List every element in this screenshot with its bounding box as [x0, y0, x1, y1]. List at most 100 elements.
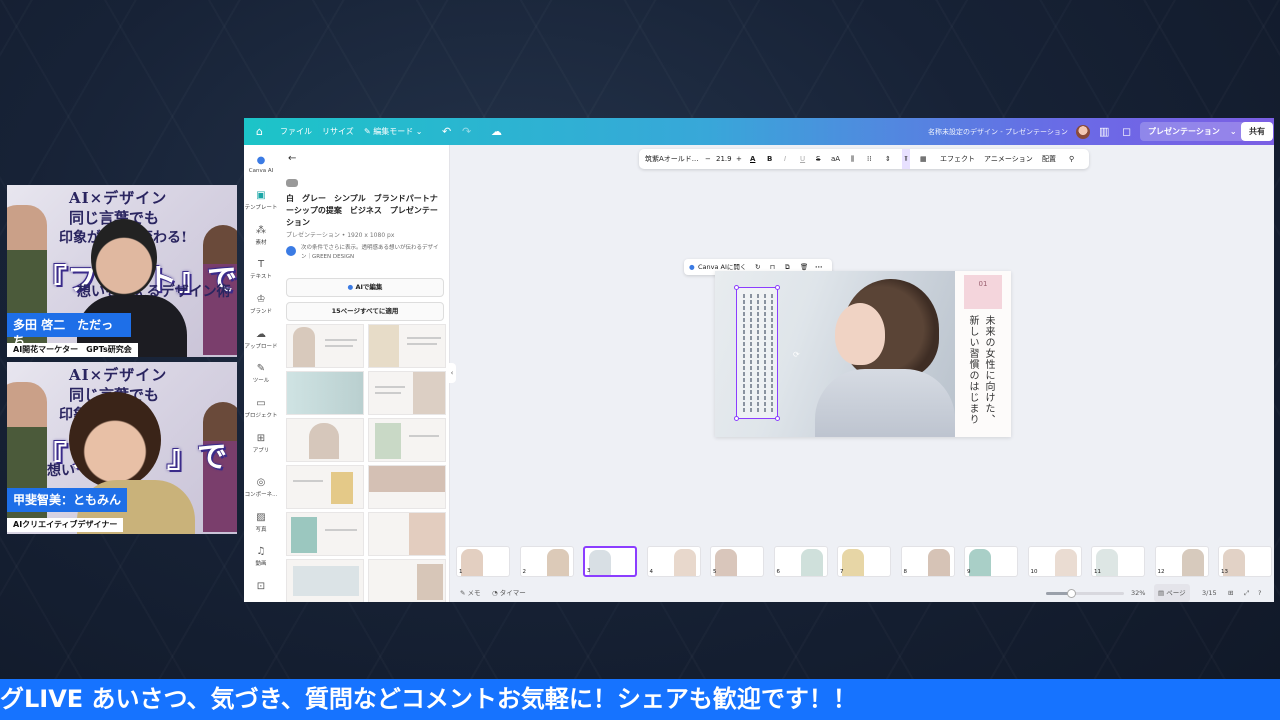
underline-icon[interactable]: U [800, 149, 805, 169]
avatar[interactable] [1076, 124, 1090, 139]
apply-all-pages-button[interactable]: 15ページすべてに適用 [286, 302, 444, 321]
template-thumbnail[interactable] [368, 371, 446, 415]
rail-item-more[interactable]: ⊡ [244, 581, 278, 594]
rail-item-brand[interactable]: ♔ ブランド [244, 294, 278, 315]
page-thumbnail[interactable]: 13 [1218, 546, 1272, 577]
rail-item-photos[interactable]: ▨ 写真 [244, 512, 278, 533]
font-family-select[interactable]: 筑紫Aオールド... [645, 149, 698, 169]
list-icon[interactable]: ⁞⁞ [867, 149, 871, 169]
font-size-decrease[interactable]: − [705, 149, 711, 169]
template-thumbnail[interactable] [286, 512, 364, 556]
document-title[interactable]: 名称未設定のデザイン - プレゼンテーション [928, 118, 1068, 145]
page-thumbnail-image [546, 549, 569, 576]
slide-title-line-2[interactable]: 新しい習慣のはじまり [965, 315, 980, 425]
ai-edit-button[interactable]: ● AIで編集 [286, 278, 444, 297]
template-thumbnail[interactable] [368, 324, 446, 368]
present-button[interactable]: プレゼンテーション ⌄ [1140, 122, 1245, 141]
rail-item-text[interactable]: T テキスト [244, 259, 278, 280]
italic-icon[interactable]: I [784, 149, 786, 169]
resize-handle[interactable] [734, 285, 739, 290]
upload-icon: ☁ [256, 329, 266, 340]
fullscreen-icon[interactable]: ⤢ [1244, 584, 1249, 602]
position-button[interactable]: 配置 [1042, 149, 1056, 169]
timer-icon: ◔ [492, 589, 500, 597]
rail-item-projects[interactable]: ▭ プロジェクト [244, 398, 278, 419]
page-thumbnail[interactable]: 1 [456, 546, 510, 577]
page-thumbnail[interactable]: 5 [710, 546, 764, 577]
rail-item-videos[interactable]: ♫ 動画 [244, 546, 278, 567]
effects-button[interactable]: エフェクト [940, 149, 975, 169]
rail-item-templates[interactable]: ▣ テンプレート [244, 190, 278, 211]
page-thumbnail[interactable]: 10 [1027, 546, 1082, 577]
rail-item-canva-ai[interactable]: ● Canva AI [244, 155, 278, 174]
slide-title-line-1[interactable]: 未来の女性に向けた、 [981, 315, 996, 425]
text-color-icon[interactable]: A [750, 149, 755, 169]
home-icon[interactable]: ⌂ [256, 118, 263, 145]
notes-icon: ✎ [460, 589, 468, 597]
rail-item-components[interactable]: ◎ コンポーネ... [244, 477, 278, 498]
rail-item-apps[interactable]: ⊞ アプリ [244, 433, 278, 454]
page-thumbnail[interactable]: 12 [1154, 546, 1209, 577]
resize-handle[interactable] [734, 416, 739, 421]
paint-format-icon[interactable]: ⚲ [1069, 149, 1074, 169]
page-thumbnail[interactable]: 8 [900, 546, 955, 577]
selected-text-box[interactable] [734, 285, 780, 421]
page-thumbnail[interactable]: 7 [837, 546, 891, 577]
page-thumbnail[interactable]: 9 [964, 546, 1018, 577]
rotate-handle-icon[interactable]: ⟳ [793, 350, 800, 359]
undo-icon[interactable]: ↶ [442, 118, 451, 145]
transparency-icon[interactable]: ▦ [920, 149, 927, 169]
template-thumbnail[interactable] [368, 418, 446, 462]
template-thumbnail[interactable] [286, 371, 364, 415]
page-count[interactable]: 3/15 [1202, 584, 1217, 602]
bold-icon[interactable]: B [767, 149, 772, 169]
collapse-panel-button[interactable]: ‹ [448, 363, 456, 383]
rail-item-uploads[interactable]: ☁ アップロード [244, 329, 278, 350]
template-thumbnail[interactable] [286, 324, 364, 368]
folder-icon: ▭ [256, 398, 266, 409]
template-thumbnail[interactable] [368, 559, 446, 602]
file-menu[interactable]: ファイル [280, 118, 312, 145]
align-icon[interactable]: ⫼ [851, 149, 854, 169]
resize-handle[interactable] [775, 416, 780, 421]
cloud-sync-icon[interactable]: ☁ [491, 118, 502, 145]
font-size-increase[interactable]: + [736, 149, 742, 169]
brand-icon: ♔ [256, 294, 266, 305]
draw-icon: ✎ [256, 363, 266, 374]
edit-mode-dropdown[interactable]: ✎ 編集モード ⌄ [364, 118, 423, 145]
grid-view-icon[interactable]: ⊞ [1228, 584, 1233, 602]
page-view-button[interactable]: ▤ ページ [1154, 584, 1190, 602]
template-thumbnail[interactable] [286, 418, 364, 462]
memo-button[interactable]: ✎ メモ [460, 584, 481, 602]
template-thumbnail[interactable] [286, 465, 364, 509]
spacing-icon[interactable]: ⇕ [885, 149, 891, 169]
slide-canvas[interactable]: ⟳ 01 未来の女性に向けた、 新しい習慣のはじまり [715, 271, 1011, 437]
template-thumbnail[interactable] [368, 512, 446, 556]
timer-button[interactable]: ◔ タイマー [492, 584, 526, 602]
zoom-level[interactable]: 32% [1131, 584, 1145, 602]
page-thumbnail[interactable]: 2 [519, 546, 574, 577]
zoom-slider-knob[interactable] [1067, 589, 1076, 598]
rail-item-tools[interactable]: ✎ ツール [244, 363, 278, 384]
template-thumbnail[interactable] [286, 559, 364, 602]
animation-button[interactable]: アニメーション [984, 149, 1033, 169]
help-icon[interactable]: ? [1258, 584, 1261, 602]
vertical-text-icon[interactable]: ⫪ [902, 149, 910, 169]
share-button[interactable]: 共有 [1241, 122, 1273, 141]
page-thumbnail[interactable]: 4 [646, 546, 701, 577]
font-size-input[interactable]: 21.9 [716, 149, 732, 169]
back-arrow-icon[interactable]: ← [288, 153, 296, 164]
page-thumbnail[interactable]: 11 [1091, 546, 1145, 577]
template-thumbnail[interactable] [368, 465, 446, 509]
redo-icon[interactable]: ↷ [462, 118, 471, 145]
comment-icon[interactable]: ◻ [1122, 118, 1131, 145]
rail-item-elements[interactable]: ⁂ 素材 [244, 225, 278, 246]
zoom-slider[interactable] [1046, 589, 1124, 598]
page-thumbnail[interactable]: 6 [773, 546, 828, 577]
letter-case-icon[interactable]: aA [831, 149, 840, 169]
resize-handle[interactable] [775, 285, 780, 290]
analytics-icon[interactable]: ▥ [1099, 118, 1109, 145]
strikethrough-icon[interactable]: S [816, 149, 820, 169]
resize-menu[interactable]: リサイズ [322, 118, 354, 145]
page-thumbnail[interactable]: 3 [583, 546, 637, 577]
